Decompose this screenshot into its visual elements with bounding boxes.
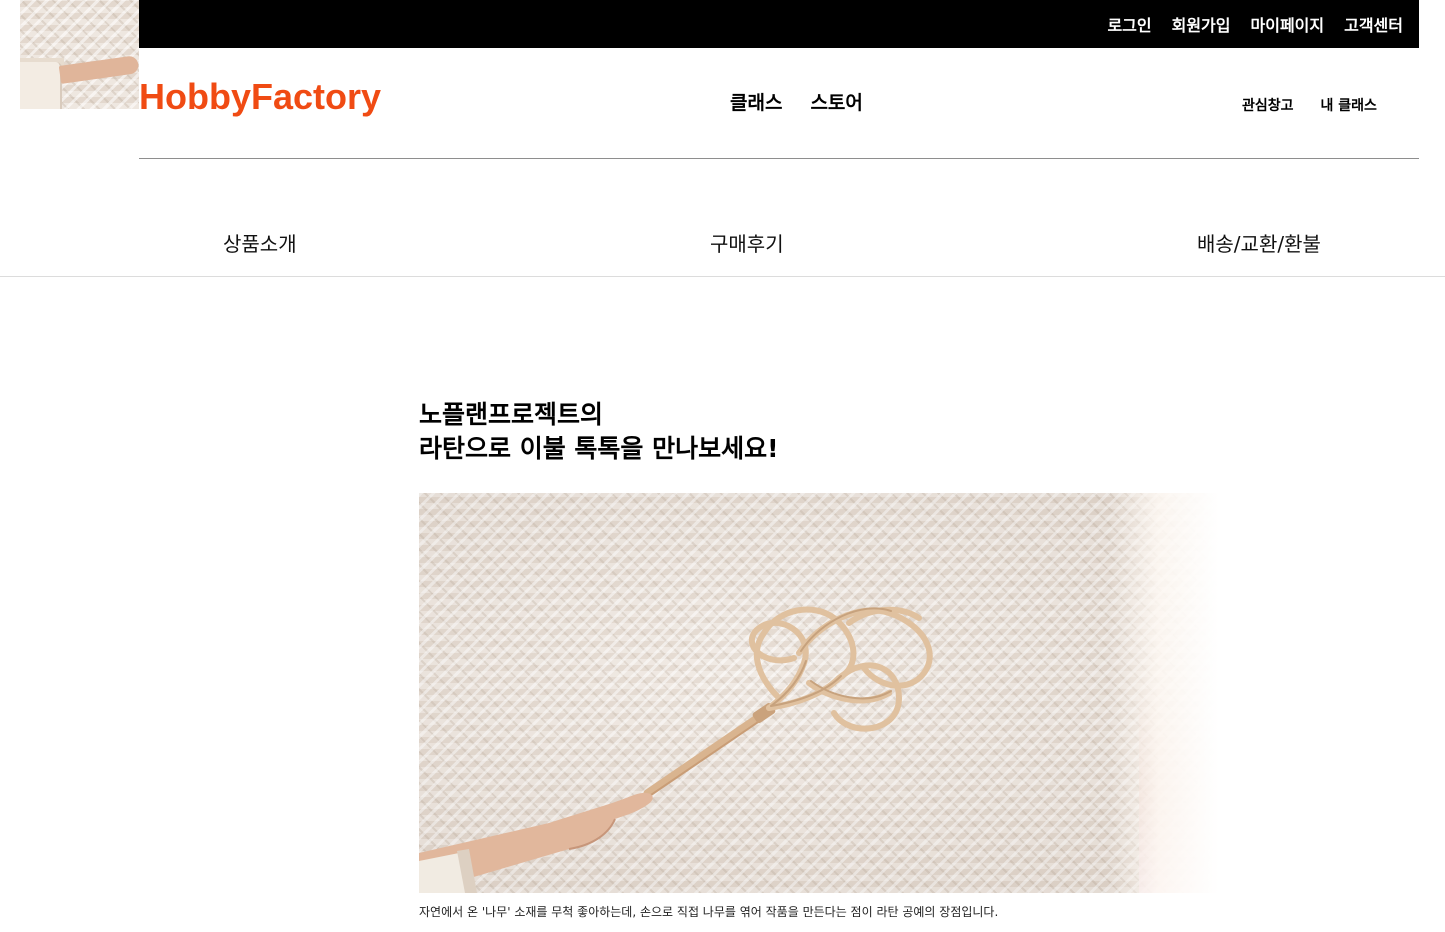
- rattan-beater-illustration: [419, 606, 933, 893]
- headline-line-1: 노플랜프로젝트의: [419, 400, 604, 429]
- sleeve: [20, 62, 62, 109]
- mypage-link[interactable]: 마이페이지: [1251, 12, 1325, 36]
- product-hero-image: [419, 493, 1219, 893]
- customer-center-link[interactable]: 고객센터: [1344, 12, 1403, 36]
- signup-link[interactable]: 회원가입: [1172, 12, 1231, 36]
- header-divider: [139, 158, 1419, 159]
- tab-reviews[interactable]: 구매후기: [710, 228, 784, 257]
- nav-my-class[interactable]: 내 클래스: [1321, 95, 1377, 115]
- page: 로그인 회원가입 마이페이지 고객센터 HobbyFactory 클래스 스토어…: [0, 0, 1445, 932]
- thumbnail-image[interactable]: [20, 0, 139, 109]
- top-utility-bar: 로그인 회원가입 마이페이지 고객센터: [139, 0, 1419, 48]
- product-tabs: 상품소개 구매후기 배송/교환/환불: [0, 228, 1445, 258]
- utility-links: 로그인 회원가입 마이페이지 고객센터: [1107, 0, 1403, 48]
- login-link[interactable]: 로그인: [1107, 12, 1151, 36]
- product-headline: 노플랜프로젝트의 라탄으로 이불 톡톡을 만나보세요!: [419, 398, 1119, 466]
- tab-shipping-exchange-refund[interactable]: 배송/교환/환불: [1197, 228, 1321, 257]
- tab-product-intro[interactable]: 상품소개: [223, 228, 297, 257]
- nav-store[interactable]: 스토어: [810, 88, 862, 115]
- arm: [58, 55, 139, 84]
- main-nav: 클래스 스토어: [730, 88, 863, 115]
- user-nav: 관심창고 내 클래스: [1242, 95, 1377, 115]
- image-caption: 자연에서 온 '나무' 소재를 무척 좋아하는데, 손으로 직접 나무를 엮어 …: [419, 905, 999, 919]
- headline-line-2: 라탄으로 이불 톡톡을 만나보세요!: [419, 434, 779, 463]
- nav-class[interactable]: 클래스: [730, 88, 782, 115]
- site-logo[interactable]: HobbyFactory: [139, 76, 381, 118]
- tabs-divider: [0, 276, 1445, 277]
- nav-wishlist[interactable]: 관심창고: [1242, 95, 1294, 115]
